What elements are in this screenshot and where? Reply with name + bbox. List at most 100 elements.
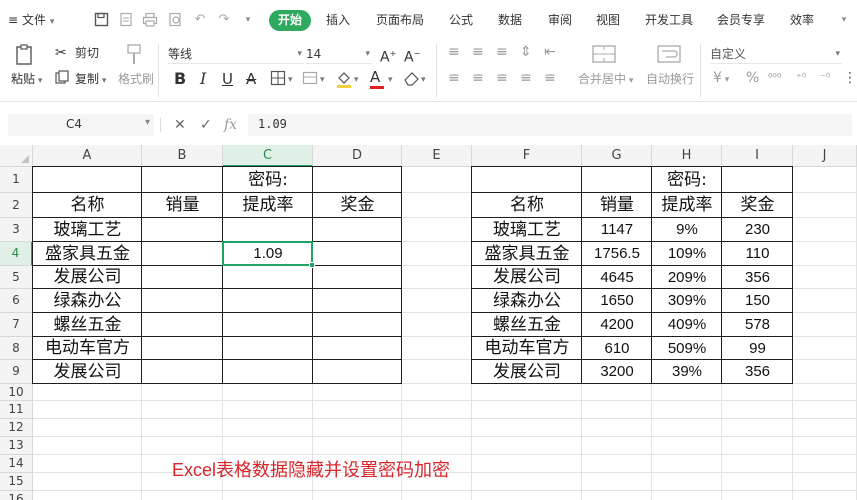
distributed-icon[interactable]: ≡ — [544, 70, 556, 86]
tab-data[interactable]: 数据 — [494, 0, 526, 40]
align-left-icon[interactable]: ≡ — [448, 70, 460, 86]
row-header-5[interactable]: 5 — [0, 266, 33, 289]
eraser-icon[interactable] — [403, 70, 420, 90]
cell-g2[interactable]: 销量 — [582, 193, 652, 218]
justify-icon[interactable]: ≡ — [520, 70, 532, 86]
font-size-select[interactable]: 14 ▾ — [306, 44, 372, 64]
align-right-icon[interactable]: ≡ — [496, 70, 508, 86]
row-header-2[interactable]: 2 — [0, 193, 33, 218]
copy-button[interactable]: 复制 ▾ — [75, 71, 106, 89]
tab-efficiency[interactable]: 效率 — [786, 0, 818, 40]
row-header-14[interactable]: 14 — [0, 455, 33, 473]
column-header-e[interactable]: E — [402, 145, 472, 167]
chevron-down-icon[interactable]: ▾ — [836, 12, 852, 28]
font-color-button[interactable]: A — [370, 69, 384, 89]
merge-center-button[interactable]: 合并居中 ▾ — [578, 71, 633, 89]
column-header-g[interactable]: G — [582, 145, 652, 167]
cell-h3[interactable]: 9% — [652, 218, 722, 242]
tab-insert[interactable]: 插入 — [322, 0, 354, 40]
cell-f3[interactable]: 玻璃工艺 — [472, 218, 582, 242]
align-center-icon[interactable]: ≡ — [472, 70, 484, 86]
tab-developer[interactable]: 开发工具 — [641, 0, 697, 40]
paste-button[interactable]: 粘贴 ▾ — [11, 71, 42, 89]
fill-handle[interactable] — [309, 262, 315, 268]
row-header-12[interactable]: 12 — [0, 419, 33, 437]
chevron-down-icon[interactable]: ▾ — [354, 72, 359, 88]
cell-g8[interactable]: 610 — [582, 337, 652, 360]
bold-button[interactable]: B — [174, 71, 186, 87]
undo-icon[interactable]: ↶ — [192, 12, 208, 28]
chevron-down-icon[interactable]: ▾ — [388, 72, 393, 88]
row-header-16[interactable]: 16 — [0, 491, 33, 500]
chevron-down-icon[interactable]: ▾ — [421, 72, 426, 88]
row-header-13[interactable]: 13 — [0, 437, 33, 455]
tab-page-layout[interactable]: 页面布局 — [372, 0, 428, 40]
align-bottom-icon[interactable]: ≡ — [496, 44, 508, 60]
row-header-4[interactable]: 4 — [0, 242, 33, 266]
select-all-corner[interactable] — [0, 145, 33, 167]
row-header-11[interactable]: 11 — [0, 401, 33, 419]
cell-a7[interactable]: 螺丝五金 — [33, 313, 142, 337]
cell-g3[interactable]: 1147 — [582, 218, 652, 242]
row-header-3[interactable]: 3 — [0, 218, 33, 242]
cell-h5[interactable]: 209% — [652, 266, 722, 289]
export-icon[interactable] — [118, 12, 134, 28]
tab-review[interactable]: 审阅 — [544, 0, 576, 40]
orientation-icon[interactable]: ⇕ — [520, 44, 532, 60]
strikethrough-button[interactable]: A — [246, 71, 256, 87]
tab-view[interactable]: 视图 — [592, 0, 624, 40]
column-header-d[interactable]: D — [313, 145, 402, 167]
increase-font-icon[interactable]: A+ — [380, 46, 396, 66]
cell-a9[interactable]: 发展公司 — [33, 360, 142, 384]
fill-color-icon[interactable] — [336, 70, 352, 92]
file-menu[interactable]: 文件 ▾ — [22, 0, 54, 40]
column-header-a[interactable]: A — [33, 145, 142, 167]
column-header-j[interactable]: J — [793, 145, 857, 167]
align-top-icon[interactable]: ≡ — [448, 44, 460, 60]
number-format-select[interactable]: 自定义 ▾ — [710, 44, 842, 64]
active-cell-selection[interactable] — [222, 241, 313, 266]
tab-formulas[interactable]: 公式 — [445, 0, 477, 40]
row-header-7[interactable]: 7 — [0, 313, 33, 337]
cell-g5[interactable]: 4645 — [582, 266, 652, 289]
paste-icon[interactable] — [13, 44, 37, 66]
chevron-down-icon[interactable]: ▾ — [288, 72, 293, 88]
column-header-h[interactable]: H — [652, 145, 722, 167]
decrease-font-icon[interactable]: A− — [404, 46, 420, 66]
row-header-8[interactable]: 8 — [0, 337, 33, 360]
name-box[interactable]: C4 ▾ — [8, 114, 154, 136]
cell-f6[interactable]: 绿森办公 — [472, 289, 582, 313]
cell-a3[interactable]: 玻璃工艺 — [33, 218, 142, 242]
cell-a8[interactable]: 电动车官方 — [33, 337, 142, 360]
insert-function-icon[interactable]: fx — [224, 116, 237, 134]
cell-g9[interactable]: 3200 — [582, 360, 652, 384]
more-options-icon[interactable]: ⋮ — [843, 70, 857, 86]
row-header-1[interactable]: 1 — [0, 167, 33, 193]
cell-i5[interactable]: 356 — [722, 266, 793, 289]
cell-d2[interactable]: 奖金 — [313, 193, 402, 218]
chevron-down-icon[interactable]: ▾ — [240, 12, 256, 28]
align-middle-icon[interactable]: ≡ — [472, 44, 484, 60]
column-header-c[interactable]: C — [223, 145, 313, 167]
font-name-select[interactable]: 等线 ▾ — [168, 44, 304, 64]
cell-f7[interactable]: 螺丝五金 — [472, 313, 582, 337]
cell-g7[interactable]: 4200 — [582, 313, 652, 337]
cell-a6[interactable]: 绿森办公 — [33, 289, 142, 313]
cell-i3[interactable]: 230 — [722, 218, 793, 242]
cell-h6[interactable]: 309% — [652, 289, 722, 313]
redo-icon[interactable]: ↷ — [216, 12, 232, 28]
cell-a5[interactable]: 发展公司 — [33, 266, 142, 289]
cell-c1[interactable]: 密码: — [223, 167, 313, 193]
confirm-icon[interactable]: ✓ — [200, 116, 212, 134]
hamburger-icon[interactable]: ≡ — [8, 0, 18, 40]
column-header-b[interactable]: B — [142, 145, 223, 167]
cell-f2[interactable]: 名称 — [472, 193, 582, 218]
cell-b2[interactable]: 销量 — [142, 193, 223, 218]
cell-f5[interactable]: 发展公司 — [472, 266, 582, 289]
cell-g4[interactable]: 1756.5 — [582, 242, 652, 266]
cell-f9[interactable]: 发展公司 — [472, 360, 582, 384]
print-icon[interactable] — [142, 12, 158, 28]
cell-a2[interactable]: 名称 — [33, 193, 142, 218]
tab-home[interactable]: 开始 — [269, 10, 311, 31]
cell-g6[interactable]: 1650 — [582, 289, 652, 313]
